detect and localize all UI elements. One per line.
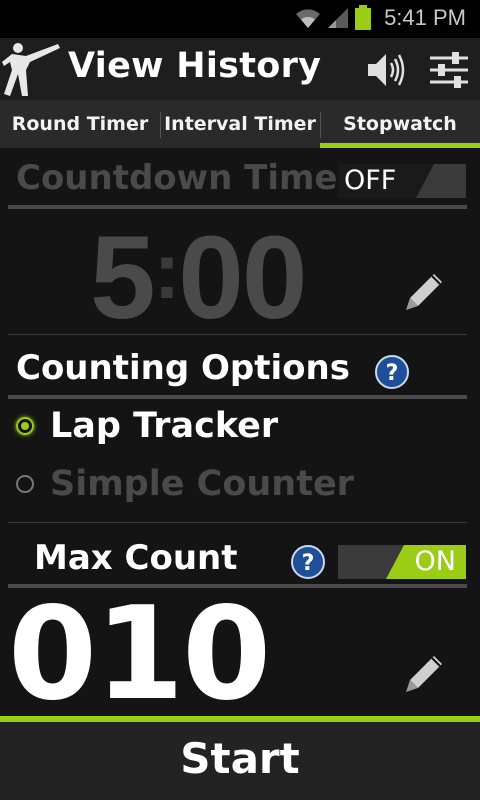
divider: [8, 205, 467, 209]
countdown-time-display[interactable]: 5:00: [90, 210, 308, 346]
status-bar: 5:41 PM: [0, 0, 480, 38]
divider: [8, 395, 467, 399]
start-button[interactable]: Start: [0, 716, 480, 800]
tab-stopwatch[interactable]: Stopwatch: [320, 100, 480, 148]
countdown-timer-label: Countdown Timer: [16, 158, 355, 198]
settings-icon[interactable]: [428, 50, 470, 90]
tab-round-timer[interactable]: Round Timer: [0, 100, 160, 148]
simple-counter-option[interactable]: Simple Counter: [16, 464, 354, 504]
max-count-label: Max Count: [34, 538, 238, 578]
countdown-minutes: 5: [90, 212, 156, 344]
max-count-value[interactable]: 010: [8, 580, 271, 729]
status-time: 5:41 PM: [384, 5, 466, 30]
edit-max-count-pencil-icon[interactable]: [404, 654, 444, 694]
wifi-icon: [296, 9, 320, 28]
simple-counter-label: Simple Counter: [50, 464, 354, 504]
lap-tracker-option[interactable]: Lap Tracker: [16, 406, 278, 446]
max-count-toggle-label: ON: [414, 546, 456, 577]
simple-counter-radio[interactable]: [16, 475, 34, 493]
max-count-help-icon[interactable]: ?: [290, 544, 326, 580]
lap-tracker-label: Lap Tracker: [50, 406, 279, 446]
countdown-seconds: 00: [178, 212, 307, 344]
divider: [8, 522, 467, 523]
counting-options-label: Counting Options: [16, 348, 350, 388]
sound-icon[interactable]: [364, 50, 406, 90]
max-count-toggle[interactable]: ON: [338, 545, 466, 579]
svg-text:?: ?: [386, 361, 399, 386]
page-title: View History: [68, 46, 322, 86]
countdown-toggle-label: OFF: [344, 165, 397, 196]
tab-bar: Round Timer Interval Timer Stopwatch: [0, 100, 480, 148]
start-button-label: Start: [180, 734, 300, 783]
counting-options-help-icon[interactable]: ?: [374, 354, 410, 390]
tab-interval-timer[interactable]: Interval Timer: [160, 100, 320, 148]
app-logo-icon: [2, 43, 60, 96]
signal-icon: [328, 8, 348, 28]
edit-countdown-pencil-icon[interactable]: [404, 272, 444, 312]
lap-tracker-radio[interactable]: [16, 417, 34, 435]
action-bar: View History: [0, 38, 480, 100]
divider: [8, 334, 467, 335]
battery-icon: [355, 5, 371, 30]
countdown-toggle[interactable]: OFF: [338, 164, 466, 198]
svg-text:?: ?: [302, 551, 315, 576]
time-colon: :: [153, 226, 181, 315]
